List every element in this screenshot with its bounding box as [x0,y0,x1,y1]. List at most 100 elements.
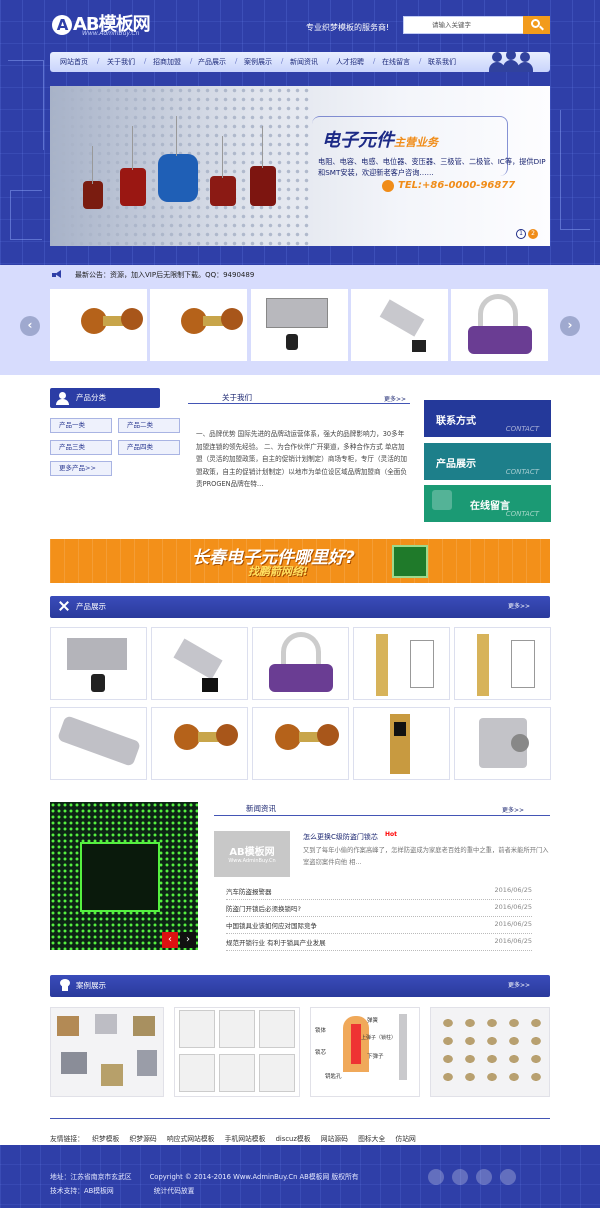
news-list-item[interactable]: 规范开锁行业 有利于锁具产业发展 2016/06/25 [226,937,532,951]
about-text: 一、品牌优势 国际先进的品牌动运营体系，强大的品牌影响力，30多年加盟连锁的领先… [196,430,407,488]
category-item[interactable]: 产品四类 [118,440,180,455]
search-button[interactable] [523,16,550,34]
chip-icon [392,545,428,578]
scroll-product-image[interactable] [451,289,548,361]
news-list-item[interactable]: 防盗门开锁后必须换锁吗? 2016/06/25 [226,903,532,917]
category-item[interactable]: 产品一类 [50,418,112,433]
circuit-decoration [560,110,590,230]
scroll-product-image[interactable] [150,289,247,361]
inductor-image [250,166,276,206]
case-image[interactable] [50,1007,164,1097]
cases-more-link[interactable]: 更多>> [508,975,530,997]
scroll-product-image[interactable] [251,289,348,361]
news-list-item[interactable]: 中国锁具业该如何应对国际竞争 2016/06/25 [226,920,532,934]
featured-news-desc: 又到了每年小偷的作案高峰了，怎样防盗成为家庭老百姓的重中之重，前者米能所开门入室… [303,847,549,866]
cases-section-header: 案例展示 更多>> [50,975,550,997]
ad-subtitle: 找鹏箭网络! [248,565,309,578]
product-card[interactable] [454,627,551,700]
banner-dot-1[interactable]: 1 [516,229,526,239]
notice-text: 最新公告：资源，加入VIP后无限制下载。QQ：9490489 [75,271,255,279]
people-icon [489,50,539,72]
banner-phone: TEL:+86-0000-96877 [398,180,516,191]
world-map-icon [432,490,452,510]
nav-item-message[interactable]: 在线留言 [382,57,410,67]
scroll-next-button[interactable]: › [560,316,580,336]
links-label: 友情链接： [50,1135,84,1143]
more-products-button[interactable]: 更多产品>> [50,461,112,476]
news-list-item[interactable]: 汽车防盗报警器 2016/06/25 [226,886,532,900]
links-divider [50,1118,550,1119]
banner-description: 电阻、电容、电感、电位器、变压器、三极管、二极管、IC等，提供DIP和SMT安装… [318,157,546,177]
product-card[interactable] [50,627,147,700]
qq-icon[interactable] [476,1169,492,1185]
nav-item-products[interactable]: 产品展示 [198,57,226,67]
friend-link[interactable]: discuz模板 [276,1135,311,1143]
friend-link[interactable]: 织梦模板 [92,1135,119,1143]
hot-badge: Hot [385,831,398,838]
logo-subtitle: Www.AdminBuy.Cn [82,30,140,37]
friend-link[interactable]: 图标大全 [358,1135,385,1143]
news-more-link[interactable]: 更多>> [502,805,524,814]
friend-link[interactable]: 仿站网 [395,1135,415,1143]
nav-item-news[interactable]: 新闻资讯 [290,57,318,67]
friend-link[interactable]: 网站源码 [321,1135,348,1143]
category-item[interactable]: 产品三类 [50,440,112,455]
news-thumbnail[interactable]: AB模板网 Www.AdminBuy.Cn [214,831,290,877]
scroll-prev-button[interactable]: ‹ [20,316,40,336]
cases-section-title: 案例展示 [76,981,106,990]
products-section-header: 产品展示 更多>> [50,596,550,618]
products-more-link[interactable]: 更多>> [508,596,530,618]
scroll-product-image[interactable] [351,289,448,361]
products-section-title: 产品展示 [76,602,106,611]
footer-support: 技术支持：AB模板网 统计代码放置 [50,1187,195,1195]
news-next-button[interactable]: › [180,932,196,948]
nav-item-jobs[interactable]: 人才招聘 [336,57,364,67]
featured-news-title[interactable]: 怎么更换C级防盗门锁芯 [303,832,378,842]
search-input[interactable]: 请输入关键字 [403,16,525,34]
speaker-icon [52,270,64,279]
friend-link[interactable]: 响应式网站模板 [167,1135,215,1143]
phone-icon [382,180,394,192]
product-card[interactable] [353,627,450,700]
scroll-product-image[interactable] [50,289,147,361]
logo-mark: A [52,15,72,35]
product-card[interactable] [151,627,248,700]
weibo-icon[interactable] [428,1169,444,1185]
inductor-image [120,168,146,206]
news-image[interactable]: ‹ › [50,802,198,950]
news-prev-button[interactable]: ‹ [162,932,178,948]
coil-image [158,154,198,202]
nav-item-join[interactable]: 招商加盟 [153,57,181,67]
product-card[interactable] [50,707,147,780]
phone-contact-icon[interactable] [500,1169,516,1185]
about-more-link[interactable]: 更多>> [384,394,406,403]
nav-item-about[interactable]: 关于我们 [107,57,135,67]
wechat-icon[interactable] [452,1169,468,1185]
circuit-decoration [8,60,44,150]
inductor-image [83,181,103,209]
about-title: 关于我们 [222,393,252,402]
case-image[interactable] [174,1007,300,1097]
product-card[interactable] [353,707,450,780]
nav-item-contact[interactable]: 联系我们 [428,57,456,67]
friend-link[interactable]: 织梦源码 [130,1135,157,1143]
case-image[interactable] [430,1007,550,1097]
ribbon-icon [60,979,70,991]
circuit-decoration [10,190,42,240]
banner-title: 电子元件主营业务 [322,130,438,151]
banner-dot-2[interactable]: 2 [528,229,538,239]
product-card[interactable] [252,627,349,700]
product-card[interactable] [454,707,551,780]
products-button[interactable]: 产品展示 CONTACT [424,443,551,480]
product-card[interactable] [151,707,248,780]
category-item[interactable]: 产品二类 [118,418,180,433]
main-nav: 网站首页 / 关于我们 / 招商加盟 / 产品展示 / 案例展示 / 新闻资讯 … [50,52,550,72]
contact-button[interactable]: 联系方式 CONTACT [424,400,551,437]
friend-link[interactable]: 手机网站模板 [225,1135,266,1143]
nav-item-cases[interactable]: 案例展示 [244,57,272,67]
lock-diagram-image[interactable]: 锁体 锁芯 弹簧 上弹子（锁柱） 下弹子 钥匙孔 [310,1007,420,1097]
nav-item-home[interactable]: 网站首页 [60,57,88,67]
inductor-image [210,176,236,206]
product-card[interactable] [252,707,349,780]
header-slogan: 专业织梦模板的服务商! [306,23,390,32]
